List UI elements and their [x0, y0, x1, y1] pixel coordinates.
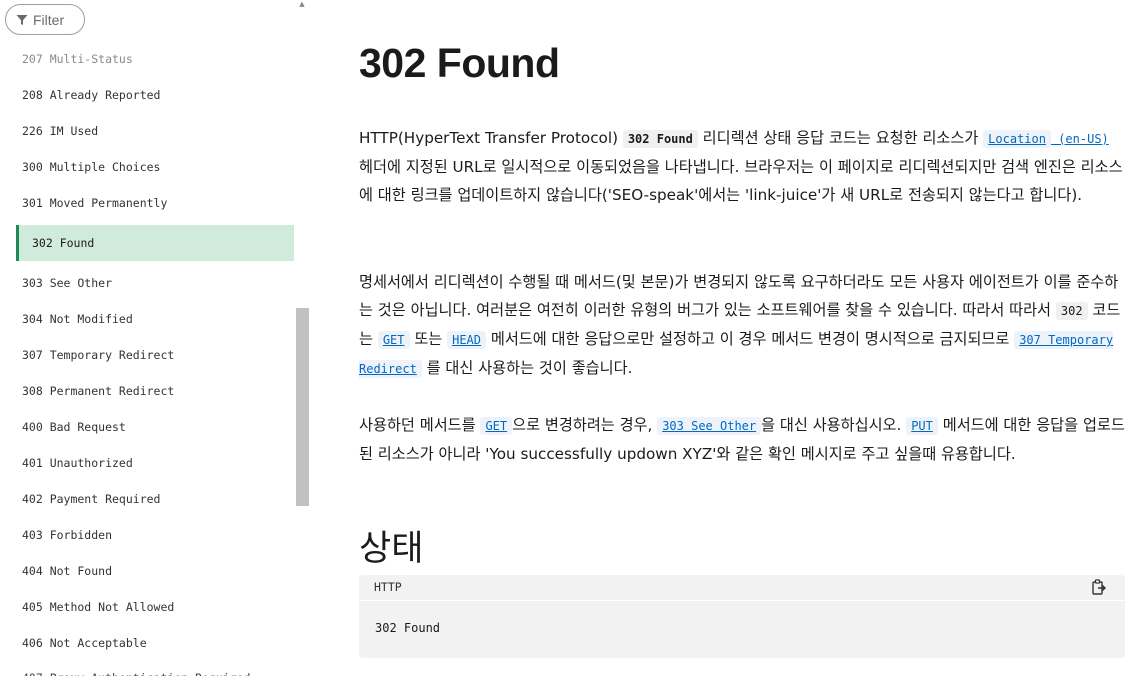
sidebar-item-400[interactable]: 400 Bad Request	[22, 417, 126, 437]
sidebar: Filter ▲ 207 Multi-Status 208 Already Re…	[0, 0, 310, 676]
filter-icon	[16, 14, 28, 25]
text: 메서드에 대한 응답으로만 설정하고 이 경우 메서드 변경이 명시적으로 금지…	[486, 330, 1015, 348]
link-get[interactable]: GET	[480, 417, 513, 435]
text: 을 대신 사용하십시오.	[761, 416, 907, 434]
sidebar-item-302-active[interactable]: 302 Found	[16, 225, 294, 261]
scroll-up-arrow-icon[interactable]: ▲	[298, 0, 306, 8]
code-language-label: HTTP	[374, 580, 402, 594]
sidebar-item-401[interactable]: 401 Unauthorized	[22, 453, 133, 473]
text: 또는	[409, 330, 448, 348]
link-get[interactable]: GET	[377, 331, 410, 349]
code-content: 302 Found	[375, 621, 441, 635]
sidebar-item-207[interactable]: 207 Multi-Status	[22, 49, 133, 69]
code-302-found: 302 Found	[622, 130, 698, 148]
sidebar-item-304[interactable]: 304 Not Modified	[22, 309, 133, 329]
code-302: 302	[1055, 302, 1088, 320]
link-location[interactable]: Location	[983, 130, 1051, 148]
sidebar-item-403[interactable]: 403 Forbidden	[22, 525, 112, 545]
sidebar-item-307[interactable]: 307 Temporary Redirect	[22, 345, 174, 365]
code-example-header: HTTP	[359, 575, 1125, 601]
text: 사용하던 메서드를	[359, 416, 481, 434]
link-en-us[interactable]: (en-US)	[1051, 132, 1109, 146]
section-title-status: 상태	[359, 529, 424, 569]
code-example: HTTP 302 Found	[359, 575, 1125, 658]
sidebar-item-300[interactable]: 300 Multiple Choices	[22, 157, 160, 177]
sidebar-item-407[interactable]: 407 Proxy Authentication Required	[22, 668, 250, 676]
sidebar-item-303[interactable]: 303 See Other	[22, 273, 112, 293]
link-put[interactable]: PUT	[906, 417, 938, 435]
text: 헤더에 지정된 URL로 일시적으로 이동되었음을 나타냅니다. 브라우저는 이…	[359, 158, 1123, 204]
text: 를 대신 사용하는 것이 좋습니다.	[421, 359, 633, 377]
filter-placeholder: Filter	[33, 11, 65, 28]
link-303[interactable]: 303 See Other	[657, 417, 762, 435]
sidebar-item-226[interactable]: 226 IM Used	[22, 121, 98, 141]
sidebar-item-208[interactable]: 208 Already Reported	[22, 85, 160, 105]
text: 리디렉션 상태 응답 코드는 요청한 리소스가	[697, 129, 984, 147]
paragraph-method: 명세서에서 리디렉션이 수행될 때 메서드(및 본문)가 변경되지 않도록 요구…	[359, 268, 1125, 383]
link-head[interactable]: HEAD	[447, 331, 487, 349]
sidebar-scrollbar[interactable]	[296, 308, 309, 506]
copy-icon[interactable]	[1091, 579, 1107, 596]
paragraph-intro: HTTP(HyperText Transfer Protocol) 302 Fo…	[359, 124, 1125, 209]
filter-input[interactable]: Filter	[5, 4, 85, 35]
sidebar-item-404[interactable]: 404 Not Found	[22, 561, 112, 581]
sidebar-item-402[interactable]: 402 Payment Required	[22, 489, 160, 509]
sidebar-item-301[interactable]: 301 Moved Permanently	[22, 193, 167, 213]
sidebar-item-406[interactable]: 406 Not Acceptable	[22, 633, 147, 653]
sidebar-item-405[interactable]: 405 Method Not Allowed	[22, 597, 174, 617]
paragraph-see-other: 사용하던 메서드를 GET 으로 변경하려는 경우, 303 See Other 을…	[359, 411, 1125, 468]
text: HTTP(HyperText Transfer Protocol)	[359, 129, 623, 147]
sidebar-item-308[interactable]: 308 Permanent Redirect	[22, 381, 174, 401]
page-title: 302 Found	[359, 40, 560, 86]
text: 으로 변경하려는 경우,	[512, 416, 658, 434]
text: 명세서에서 리디렉션이 수행될 때 메서드(및 본문)가 변경되지 않도록 요구…	[359, 273, 1119, 319]
sidebar-item-label: 302 Found	[32, 236, 95, 250]
